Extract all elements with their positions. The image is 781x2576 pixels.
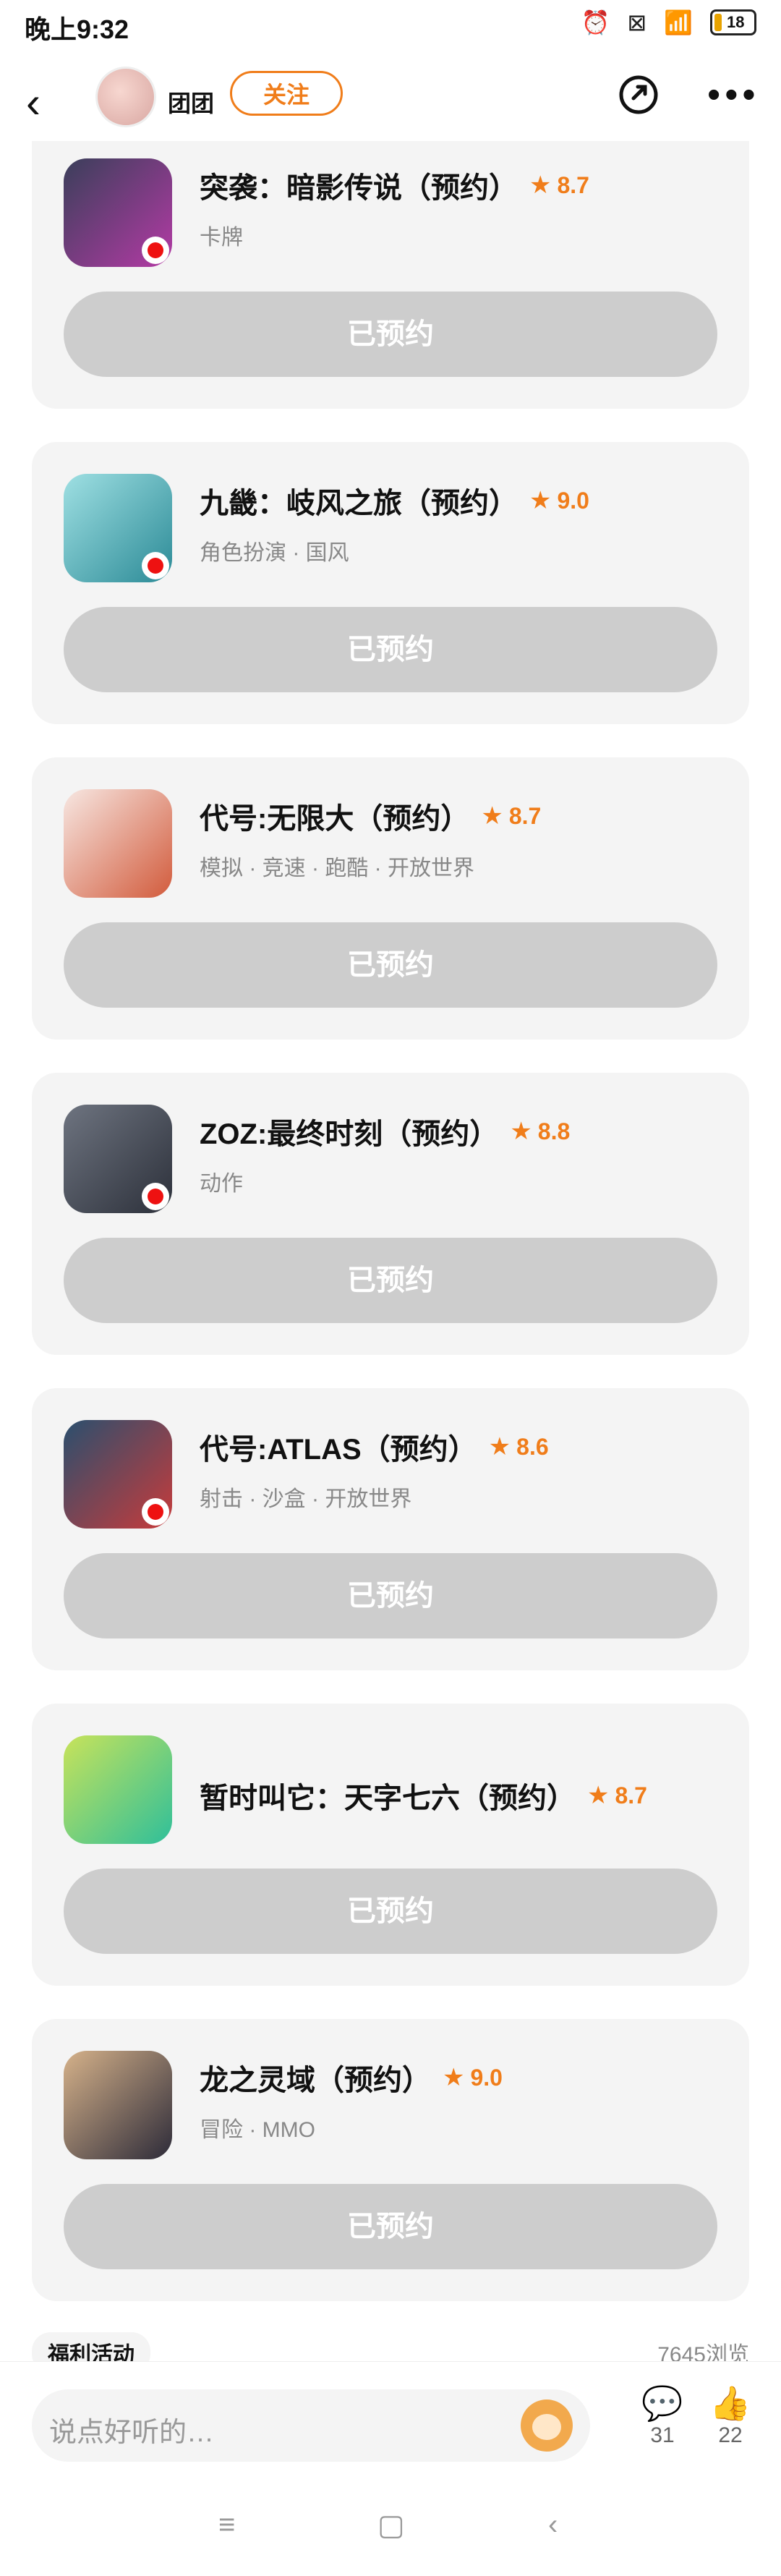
game-list: 突袭：暗影传说（预约） ★ 8.7 卡牌 已预约 九畿：岐风之旅（预约） ★ 9… [32,141,749,2334]
game-info: 龙之灵域（预约） ★ 9.0 冒险 · MMO [200,2057,720,2143]
game-card[interactable]: 代号:ATLAS（预约） ★ 8.6 射击 · 沙盒 · 开放世界 已预约 [32,1388,749,1670]
next-section-peek: 福利活动 7645浏览 [0,2315,781,2365]
comment-action[interactable]: 💬 31 [633,2384,691,2448]
status-bar: 晚上9:32 ⏰ ⊠ 📶 18 [0,0,781,51]
game-tags: 射击 · 沙盒 · 开放世界 [200,1487,412,1511]
game-icon[interactable] [64,1735,172,1844]
game-icon[interactable] [64,2051,172,2159]
game-rating: ★ 8.8 [510,1117,570,1146]
game-info: 突袭：暗影传说（预约） ★ 8.7 卡牌 [200,164,720,251]
wifi-icon: 📶 [664,9,693,35]
comment-placeholder: 说点好听的… [49,2418,215,2448]
game-icon[interactable] [64,474,172,582]
game-rating: ★ 9.0 [443,2063,503,2092]
rating-value: 8.7 [557,171,589,198]
game-icon[interactable] [64,1420,172,1529]
like-count: 22 [718,2423,743,2447]
netease-badge-icon [142,1498,169,1526]
back-icon[interactable]: ‹ [26,80,69,126]
game-card[interactable]: ZOZ:最终时刻（预约） ★ 8.8 动作 已预约 [32,1073,749,1355]
system-nav-bar: ≡ ▢ ‹ [0,2477,781,2576]
game-tags: 卡牌 [200,226,243,250]
reserved-button[interactable]: 已预约 [64,292,717,377]
status-time: 晚上9:32 [25,14,129,44]
game-info: 代号:ATLAS（预约） ★ 8.6 射击 · 沙盒 · 开放世界 [200,1426,720,1513]
rating-value: 8.7 [508,802,542,829]
back-nav-icon[interactable]: ‹ [548,2509,558,2541]
rating-value: 9.0 [470,2064,503,2091]
reserved-button[interactable]: 已预约 [64,1869,717,1954]
game-title[interactable]: 代号:ATLAS（预约） [200,1426,477,1468]
comment-input[interactable]: 说点好听的… [32,2389,590,2462]
star-icon: ★ [529,487,552,514]
like-action[interactable]: 👍 22 [701,2384,759,2448]
nickname[interactable]: 团团 [168,78,214,129]
comment-icon: 💬 [641,2384,683,2422]
game-card[interactable]: 九畿：岐风之旅（预约） ★ 9.0 角色扮演 · 国风 已预约 [32,442,749,724]
rating-value: 8.8 [537,1118,571,1144]
game-rating: ★ 9.0 [529,486,589,515]
star-icon: ★ [488,1433,511,1461]
reserved-button[interactable]: 已预约 [64,1553,717,1638]
rating-value: 8.7 [615,1782,647,1808]
emoji-monkey-icon[interactable] [521,2399,573,2452]
game-tags: 模拟 · 竞速 · 跑酷 · 开放世界 [200,856,474,880]
star-icon: ★ [481,802,503,830]
netease-badge-icon [142,1183,169,1210]
game-rating: ★ 8.6 [489,1432,549,1461]
top-bar: ‹ 团团 关注 ••• [0,59,781,146]
game-info: 九畿：岐风之旅（预约） ★ 9.0 角色扮演 · 国风 [200,480,720,566]
star-icon: ★ [510,1118,532,1145]
comment-count: 31 [650,2423,675,2447]
netease-badge-icon [142,237,169,264]
game-info: ZOZ:最终时刻（预约） ★ 8.8 动作 [200,1110,720,1197]
bottom-bar: 说点好听的… 💬 31 👍 22 [0,2361,781,2478]
game-info: 暂时叫它：天字七六（预约） ★ 8.7 [200,1774,720,1816]
game-card[interactable]: 暂时叫它：天字七六（预约） ★ 8.7 已预约 [32,1704,749,1986]
more-icon[interactable]: ••• [707,74,760,116]
game-info: 代号:无限大（预约） ★ 8.7 模拟 · 竞速 · 跑酷 · 开放世界 [200,795,720,882]
game-icon[interactable] [64,1105,172,1213]
thumbs-up-icon: 👍 [709,2384,751,2422]
game-title[interactable]: 突袭：暗影传说（预约） [200,164,518,206]
reserved-button[interactable]: 已预约 [64,607,717,692]
follow-button[interactable]: 关注 [230,71,343,116]
reserved-button[interactable]: 已预约 [64,922,717,1008]
game-title[interactable]: ZOZ:最终时刻（预约） [200,1110,498,1152]
game-rating: ★ 8.7 [587,1781,647,1810]
netease-badge-icon [142,552,169,579]
reserved-button[interactable]: 已预约 [64,1238,717,1323]
alarm-icon: ⏰ [581,9,610,35]
rating-value: 9.0 [557,487,589,514]
rating-value: 8.6 [516,1433,549,1460]
home-icon[interactable]: ▢ [377,2509,405,2542]
game-title[interactable]: 龙之灵域（预约） [200,2057,431,2099]
game-rating: ★ 8.7 [529,171,589,200]
game-title[interactable]: 九畿：岐风之旅（预约） [200,480,518,522]
game-tags: 冒险 · MMO [200,2118,315,2142]
battery-level: 18 [727,13,745,31]
star-icon: ★ [443,2064,465,2091]
status-icons: ⏰ ⊠ 📶 18 [581,9,756,36]
share-icon[interactable] [613,69,664,120]
avatar[interactable] [95,67,156,127]
star-icon: ★ [529,171,552,199]
dnd-icon: ⊠ [627,9,647,35]
game-tags: 动作 [200,1172,243,1196]
game-card[interactable]: 龙之灵域（预约） ★ 9.0 冒险 · MMO 已预约 [32,2019,749,2301]
game-icon[interactable] [64,158,172,267]
reserved-button[interactable]: 已预约 [64,2184,717,2269]
star-icon: ★ [587,1782,610,1809]
game-tags: 角色扮演 · 国风 [200,541,349,565]
game-title[interactable]: 代号:无限大（预约） [200,795,469,837]
game-rating: ★ 8.7 [481,802,541,830]
battery-icon: 18 [710,9,756,35]
game-card[interactable]: 代号:无限大（预约） ★ 8.7 模拟 · 竞速 · 跑酷 · 开放世界 已预约 [32,757,749,1040]
game-icon[interactable] [64,789,172,898]
game-card[interactable]: 突袭：暗影传说（预约） ★ 8.7 卡牌 已预约 [32,141,749,409]
menu-icon[interactable]: ≡ [218,2509,235,2541]
game-title[interactable]: 暂时叫它：天字七六（预约） [200,1774,576,1816]
